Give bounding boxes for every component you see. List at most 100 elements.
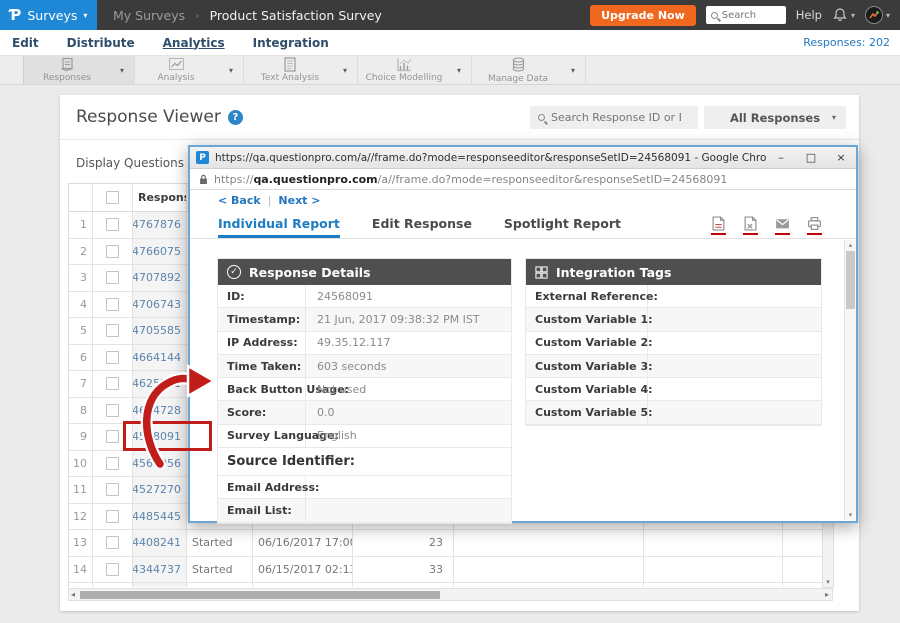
notifications-menu[interactable]: ▾	[832, 7, 855, 23]
toolbar-analysis[interactable]: Analysis ▾	[133, 56, 244, 84]
maximize-button[interactable]: □	[796, 147, 826, 168]
nav-analytics[interactable]: Analytics	[163, 36, 225, 50]
responses-count-link[interactable]: Responses: 202	[803, 36, 890, 49]
row-checkbox[interactable]	[106, 245, 119, 258]
toolbar-text-analysis[interactable]: Text Analysis ▾	[247, 56, 358, 84]
scroll-down-icon[interactable]: ▾	[823, 578, 833, 586]
chevron-down-icon[interactable]: ▾	[561, 66, 585, 75]
tab-edit-response[interactable]: Edit Response	[372, 216, 472, 238]
report-tabs: Individual Report Edit Response Spotligh…	[190, 212, 856, 239]
row-checkbox[interactable]	[106, 271, 119, 284]
global-search-input[interactable]	[722, 10, 777, 21]
breadcrumb-my-surveys[interactable]: My Surveys	[113, 8, 185, 23]
export-excel-button[interactable]	[743, 216, 758, 236]
chevron-down-icon: ▾	[83, 11, 87, 20]
lock-icon	[199, 174, 208, 185]
response-search-input[interactable]	[551, 111, 681, 124]
response-filter-dropdown[interactable]: All Responses ▾	[704, 106, 846, 129]
nav-distribute[interactable]: Distribute	[67, 36, 135, 50]
chevron-down-icon[interactable]: ▾	[219, 66, 243, 75]
minimize-button[interactable]: –	[766, 147, 796, 168]
toolbar-choice-modelling[interactable]: Choice Modelling ▾	[361, 56, 472, 84]
response-search[interactable]	[530, 106, 698, 129]
individual-report-page: < Back|Next > Individual Report Edit Res…	[190, 190, 856, 520]
response-id-link[interactable]: 24173145	[133, 583, 187, 587]
chevron-down-icon[interactable]: ▾	[447, 66, 471, 75]
response-id-link[interactable]: 24568091	[133, 424, 187, 450]
scroll-up-icon[interactable]: ▴	[845, 241, 856, 249]
row-checkbox[interactable]	[106, 483, 119, 496]
email-report-button[interactable]	[775, 216, 790, 236]
upgrade-now-button[interactable]: Upgrade Now	[590, 5, 696, 26]
integration-tags-header: Integration Tags	[526, 259, 821, 285]
row-checkbox[interactable]	[106, 324, 119, 337]
row-checkbox[interactable]	[106, 404, 119, 417]
analytics-toolbar: Responses ▾ Analysis ▾ Text Analysis ▾	[0, 55, 900, 85]
row-checkbox[interactable]	[106, 510, 119, 523]
search-icon	[538, 114, 545, 121]
address-bar[interactable]: https://qa.questionpro.com/a//frame.do?m…	[190, 169, 856, 190]
response-id-link[interactable]: 24344737	[133, 557, 187, 583]
top-navbar: Ƥ Surveys ▾ My Surveys › Product Satisfa…	[0, 0, 900, 30]
response-id-link[interactable]: 24707892	[133, 265, 187, 291]
export-pdf-button[interactable]	[711, 216, 726, 236]
row-checkbox[interactable]	[106, 536, 119, 549]
response-id-link[interactable]: 24527270	[133, 477, 187, 503]
response-id-link[interactable]: 24408241	[133, 530, 187, 556]
next-link[interactable]: Next >	[278, 194, 320, 207]
window-titlebar[interactable]: P https://qa.questionpro.com/a//frame.do…	[190, 147, 856, 169]
row-checkbox[interactable]	[106, 351, 119, 364]
page-url: https://qa.questionpro.com/a//frame.do?m…	[214, 173, 727, 186]
response-id-link[interactable]: 24706743	[133, 292, 187, 318]
scroll-left-icon[interactable]: ◂	[71, 590, 75, 599]
row-checkbox[interactable]	[106, 430, 119, 443]
scroll-right-icon[interactable]: ▸	[825, 590, 829, 599]
response-id-link[interactable]: 24604728	[133, 398, 187, 424]
response-id-link[interactable]: 24625131	[133, 371, 187, 397]
response-id-link[interactable]: 24664144	[133, 345, 187, 371]
response-id-link[interactable]: 24568056	[133, 451, 187, 477]
tab-individual-report[interactable]: Individual Report	[218, 216, 340, 238]
survey-nav: Edit Distribute Analytics Integration Re…	[0, 30, 900, 55]
response-id-link[interactable]: 24766075	[133, 239, 187, 265]
toolbar-responses[interactable]: Responses ▾	[23, 56, 135, 84]
print-button[interactable]	[807, 216, 822, 236]
popup-scrollbar[interactable]: ▴ ▾	[844, 240, 856, 520]
scrollbar-thumb[interactable]	[80, 591, 440, 599]
table-horizontal-scrollbar[interactable]: ◂ ▸	[68, 588, 833, 601]
bell-icon	[832, 7, 848, 23]
page-title: Response Viewer ?	[76, 107, 243, 127]
toolbar-manage-data[interactable]: Manage Data ▾	[475, 56, 586, 84]
nav-integration[interactable]: Integration	[253, 36, 329, 50]
tab-spotlight-report[interactable]: Spotlight Report	[504, 216, 621, 238]
envelope-icon	[775, 216, 790, 231]
response-id-link[interactable]: 24767876	[133, 212, 187, 238]
back-link[interactable]: < Back	[218, 194, 261, 207]
row-checkbox[interactable]	[106, 457, 119, 470]
account-menu[interactable]: ▾	[865, 6, 890, 24]
row-checkbox[interactable]	[106, 563, 119, 576]
row-checkbox[interactable]	[106, 218, 119, 231]
scrollbar-thumb[interactable]	[846, 251, 855, 309]
chevron-down-icon[interactable]: ▾	[333, 66, 357, 75]
response-details-header: ✓ Response Details	[218, 259, 511, 285]
row-checkbox[interactable]	[106, 298, 119, 311]
surveys-product-menu[interactable]: Ƥ Surveys ▾	[0, 0, 97, 30]
response-id-header[interactable]: Response ID ▲	[133, 184, 187, 211]
response-id-link[interactable]: 24705585	[133, 318, 187, 344]
chevron-down-icon[interactable]: ▾	[110, 66, 134, 75]
product-label: Surveys	[27, 8, 77, 23]
help-link[interactable]: Help	[796, 8, 822, 22]
global-search[interactable]	[706, 6, 786, 24]
close-button[interactable]: ×	[826, 147, 856, 168]
chevron-right-icon: ›	[195, 9, 199, 22]
select-all-checkbox[interactable]	[106, 191, 119, 204]
help-icon[interactable]: ?	[228, 110, 243, 125]
row-checkbox[interactable]	[106, 377, 119, 390]
nav-edit[interactable]: Edit	[12, 36, 39, 50]
response-id-link[interactable]: 24485445	[133, 504, 187, 530]
pdf-document-icon	[712, 216, 725, 231]
scroll-down-icon[interactable]: ▾	[845, 511, 856, 519]
responses-icon	[59, 57, 76, 72]
table-row: 1524173145Started06/14/2017 12:04:4521	[69, 583, 831, 587]
